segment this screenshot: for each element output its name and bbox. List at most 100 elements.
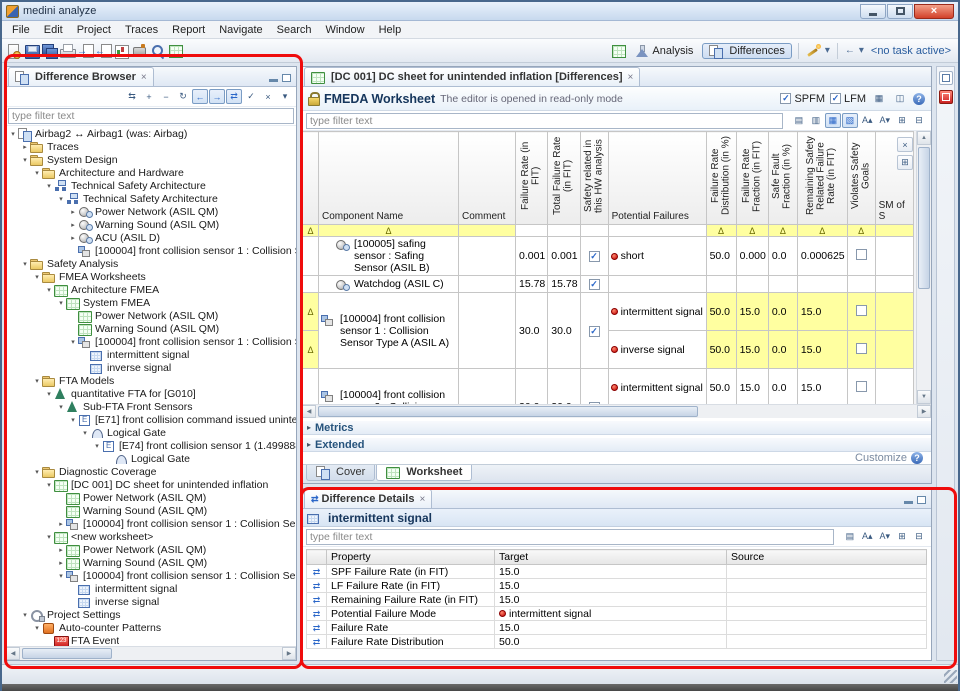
collapse-rows-icon[interactable]: ⊟ [911, 113, 927, 128]
expand-arrow-icon[interactable]: ▾ [32, 273, 42, 281]
menu-search[interactable]: Search [270, 23, 319, 37]
tree-item[interactable]: ▾[E71] front collision command issued un… [6, 413, 296, 426]
new-icon[interactable] [5, 43, 22, 59]
fr-distribution-cell[interactable]: 50.0 [706, 237, 736, 276]
scroll-thumb[interactable] [22, 648, 112, 659]
col-header-remaining_fr[interactable]: Remaining Safety Related Failure Rate (i… [797, 132, 847, 225]
expand-arrow-icon[interactable]: ▸ [68, 208, 78, 216]
violates-goals-checkbox[interactable] [856, 305, 867, 316]
tree-item[interactable]: ▾System FMEA [6, 296, 296, 309]
menu-edit[interactable]: Edit [37, 23, 70, 37]
potential-failure-cell[interactable]: inverse signal [608, 331, 706, 369]
target-cell[interactable]: 15.0 [495, 621, 727, 635]
source-cell[interactable] [727, 635, 927, 649]
fr-distribution-cell[interactable]: 50.0 [706, 331, 736, 369]
safety-related-cell[interactable]: ✓ [580, 369, 608, 404]
source-cell[interactable] [727, 593, 927, 607]
worksheet-filter-input[interactable] [306, 113, 783, 129]
fr-distribution-cell[interactable]: 50.0 [706, 369, 736, 404]
maximize-view-icon[interactable] [917, 496, 926, 504]
details-row[interactable]: ⇄SPF Failure Rate (in FIT)15.0 [307, 565, 927, 579]
scroll-right-icon[interactable]: ▶ [282, 647, 296, 660]
tree-item[interactable]: ▸Warning Sound (ASIL QM) [6, 556, 296, 569]
group-columns-icon[interactable]: ▥ [808, 113, 824, 128]
tree-item[interactable]: ▾Project Settings [6, 608, 296, 621]
details-row[interactable]: ⇄Failure Rate15.0 [307, 621, 927, 635]
sm-cell[interactable] [875, 237, 913, 276]
menu-help[interactable]: Help [372, 23, 409, 37]
component-cell[interactable]: [100004] front collision sensor 1 : Coll… [319, 293, 459, 369]
safe-fault-fraction-cell[interactable] [768, 276, 797, 293]
component-cell[interactable]: Watchdog (ASIL C) [319, 276, 459, 293]
bottom-tab-worksheet[interactable]: Worksheet [376, 465, 472, 481]
tree-item[interactable]: ▾Auto-counter Patterns [6, 621, 296, 634]
delta-filter-failure_rate[interactable] [516, 225, 548, 237]
remaining-fr-cell[interactable] [797, 276, 847, 293]
delta-filter-safety_related[interactable] [580, 225, 608, 237]
property-cell[interactable]: Failure Rate Distribution [327, 635, 495, 649]
difference-details-tab[interactable]: ⇄ Difference Details × [304, 489, 432, 508]
expand-arrow-icon[interactable]: ▾ [80, 429, 90, 437]
link-with-editor-icon[interactable]: ⇆ [124, 89, 140, 104]
tree-item[interactable]: ▾Diagnostic Coverage [6, 465, 296, 478]
total-failure-rate-cell[interactable]: 30.0 [548, 293, 580, 369]
fr-fraction-cell[interactable]: 15.0 [736, 369, 768, 404]
details-row[interactable]: ⇄Failure Rate Distribution50.0 [307, 635, 927, 649]
details-header-target[interactable]: Target [495, 550, 727, 565]
sm-cell[interactable] [875, 276, 913, 293]
tree-item[interactable]: ▸[100004] front collision sensor 1 : Col… [6, 517, 296, 530]
expand-arrow-icon[interactable]: ▾ [56, 195, 66, 203]
property-cell[interactable]: Failure Rate [327, 621, 495, 635]
build-icon[interactable] [131, 43, 148, 59]
tree-item[interactable]: ▾Technical Safety Architecture [6, 179, 296, 192]
fr-fraction-cell[interactable]: 15.0 [736, 331, 768, 369]
scroll-left-icon[interactable]: ◀ [302, 405, 316, 418]
expand-arrow-icon[interactable]: ▾ [44, 481, 54, 489]
close-button[interactable]: × [914, 4, 954, 19]
differences-button[interactable]: Differences [702, 43, 791, 59]
columns-icon[interactable]: ◫ [892, 91, 908, 106]
tree-item[interactable]: ▸Power Network (ASIL QM) [6, 543, 296, 556]
title-bar[interactable]: medini analyze × [2, 2, 958, 21]
delta-filter-sm[interactable] [875, 225, 913, 237]
close-editor-icon[interactable]: × [628, 72, 634, 83]
sm-cell[interactable] [875, 293, 913, 331]
safe-fault-fraction-cell[interactable]: 0.0 [768, 237, 797, 276]
safety-related-checkbox[interactable]: ✓ [589, 402, 600, 404]
tree-item[interactable]: intermittent signal [6, 582, 296, 595]
expand-arrow-icon[interactable]: ▾ [92, 442, 102, 450]
filter-changes-icon[interactable]: × [260, 89, 276, 104]
expand-arrow-icon[interactable]: ▾ [56, 572, 66, 580]
sm-cell[interactable] [875, 369, 913, 404]
minimize-button[interactable] [860, 4, 886, 19]
target-cell[interactable]: intermittent signal [495, 607, 727, 621]
tree-item[interactable]: inverse signal [6, 595, 296, 608]
safety-related-checkbox[interactable]: ✓ [589, 279, 600, 290]
col-header-fr_distribution[interactable]: Failure Rate Distribution (in %) [706, 132, 736, 225]
metrics-section-header[interactable]: ▸ Metrics [302, 420, 931, 435]
import-icon[interactable] [77, 43, 94, 59]
report-icon[interactable] [113, 43, 130, 59]
sm-cell[interactable] [875, 331, 913, 369]
restore-panel-icon[interactable] [939, 71, 953, 85]
total-failure-rate-cell[interactable]: 0.001 [548, 237, 580, 276]
violates-goals-checkbox[interactable] [856, 343, 867, 354]
tree-item[interactable]: Power Network (ASIL QM) [6, 491, 296, 504]
customize-link[interactable]: Customize [855, 452, 907, 464]
total-failure-rate-cell[interactable]: 15.78 [548, 276, 580, 293]
search-icon[interactable] [149, 43, 166, 59]
expand-arrow-icon[interactable]: ▸ [56, 546, 66, 554]
expand-arrow-icon[interactable]: ▾ [32, 377, 42, 385]
font-increase-icon[interactable]: A▴ [859, 113, 876, 128]
comment-cell[interactable] [459, 276, 516, 293]
collapse-rows-icon[interactable]: ⊟ [911, 529, 927, 544]
potential-failure-cell[interactable]: intermittent signal [608, 369, 706, 404]
scroll-down-icon[interactable]: ▼ [917, 390, 931, 404]
component-cell[interactable]: [100004] front collision sensor 2 : Coll… [319, 369, 459, 404]
tree-item[interactable]: [100004] front collision sensor 1 : Coll… [6, 244, 296, 257]
merge-cells-icon[interactable]: ▦ [825, 113, 841, 128]
extended-section-header[interactable]: ▸ Extended [302, 437, 931, 452]
expand-arrow-icon[interactable]: ▾ [32, 169, 42, 177]
show-changes-icon[interactable]: ⇄ [226, 89, 242, 104]
refresh-tree-icon[interactable]: ↻ [175, 89, 191, 104]
